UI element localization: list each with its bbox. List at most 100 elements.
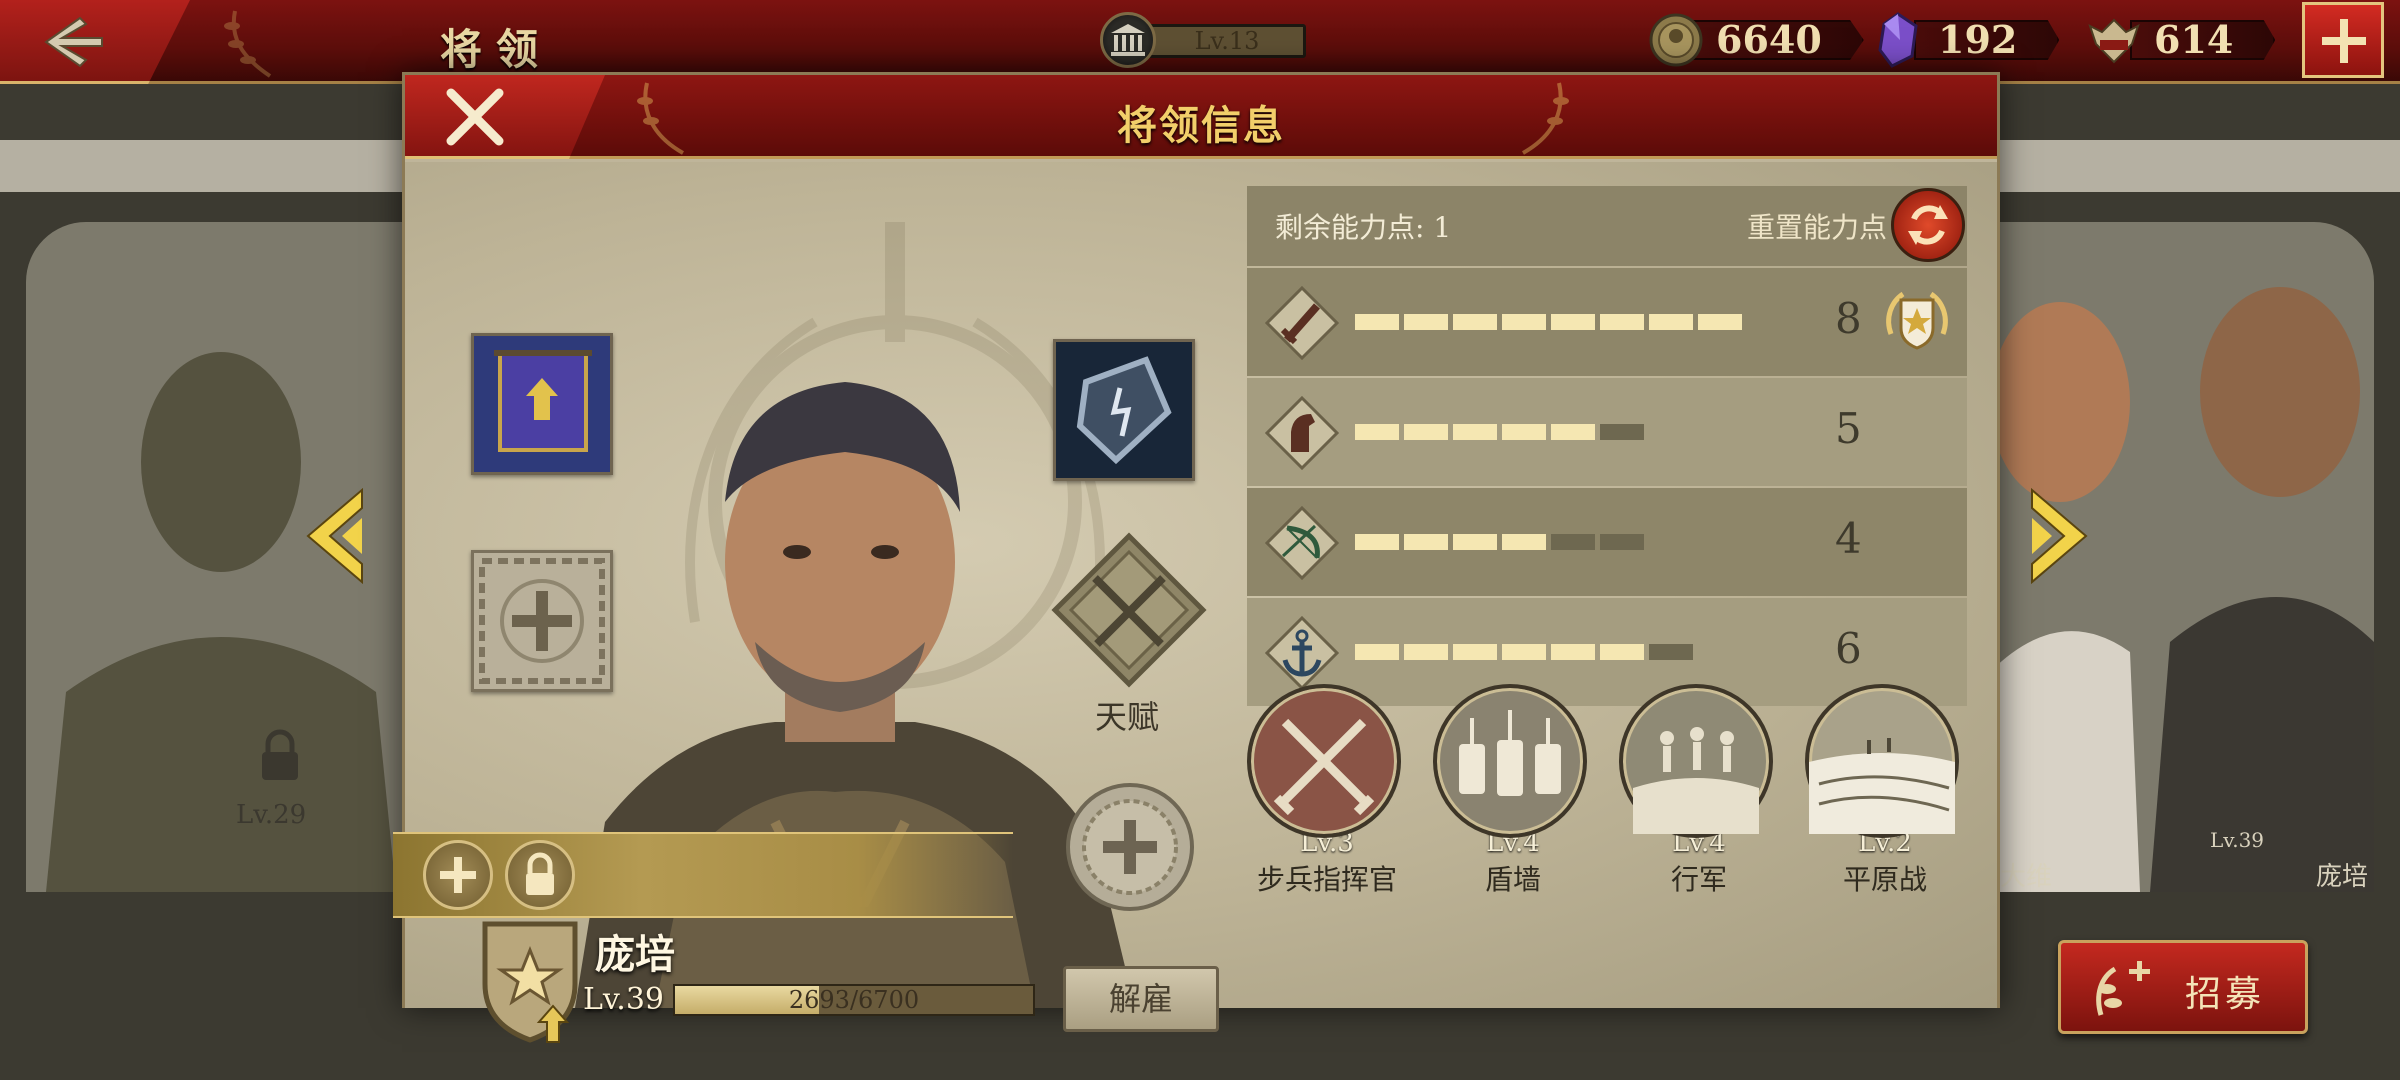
stat-segment <box>1698 314 1742 330</box>
temple-icon <box>1111 24 1145 56</box>
dialog-header: 将领信息 <box>405 75 1997 159</box>
next-card-name-a: 大维 <box>2000 862 2053 892</box>
bow-icon <box>1265 506 1339 580</box>
plains-icon <box>1809 738 1955 834</box>
add-resource-button[interactable] <box>2302 2 2384 78</box>
stat-segment <box>1355 314 1399 330</box>
gem-icon <box>1878 12 1918 68</box>
banner-slot[interactable] <box>471 333 613 475</box>
ability-points-header: 剩余能力点: 1 重置能力点 <box>1247 186 1967 266</box>
stat-segment <box>1404 314 1448 330</box>
stat-segment <box>1551 424 1595 440</box>
laurel-icon <box>224 10 272 78</box>
quick-action-plate <box>393 832 1013 918</box>
lock-icon <box>526 852 554 895</box>
previous-general-arrow-icon[interactable] <box>304 488 364 584</box>
stat-row-archer: 4 <box>1247 488 1967 596</box>
stat-value: 4 <box>1835 514 1862 563</box>
reset-points-button[interactable] <box>1891 188 1965 262</box>
crossed-swords-icon <box>1273 718 1375 816</box>
stat-segment <box>1502 644 1546 660</box>
player-level-text: Lv.13 <box>1194 27 1260 55</box>
dismiss-button[interactable]: 解雇 <box>1063 966 1219 1032</box>
coin-icon <box>1649 13 1703 67</box>
shield-wall-icon <box>1459 710 1561 796</box>
add-item-icon <box>479 558 605 684</box>
lock-icon <box>262 729 298 780</box>
stat-segment <box>1453 424 1497 440</box>
laurel-icon <box>1522 82 1569 155</box>
stat-segment <box>1649 314 1693 330</box>
stat-segment <box>1600 424 1644 440</box>
stat-value: 5 <box>1835 404 1862 453</box>
skill-circle <box>1247 684 1401 838</box>
close-icon <box>446 88 504 146</box>
skill-infantry-commander[interactable]: Lv.3 步兵指挥官 <box>1247 684 1407 898</box>
stat-segment <box>1453 314 1497 330</box>
stat-segment <box>1551 314 1595 330</box>
back-button[interactable] <box>0 0 190 84</box>
laurel-star-badge-icon <box>1886 291 1948 350</box>
player-level-badge[interactable]: Lv.13 <box>1100 12 1306 68</box>
recruit-label: 招募 <box>2185 974 2266 1015</box>
stat-segment <box>1404 644 1448 660</box>
skill-march[interactable]: Lv.4 行军 <box>1619 684 1779 898</box>
stat-segment <box>1600 534 1644 550</box>
skill-circle <box>1433 684 1587 838</box>
add-talent-icon[interactable] <box>1065 782 1195 912</box>
stat-segment <box>1404 424 1448 440</box>
dialog-body: 天赋 庞培 Lv.39 2693/6700 解雇 剩余能力点: 1 重置能力点 … <box>393 162 1997 1043</box>
stat-segment <box>1355 644 1399 660</box>
stat-segment <box>1502 534 1546 550</box>
stat-value: 6 <box>1835 624 1862 673</box>
stat-segment <box>1453 644 1497 660</box>
stat-segment <box>1551 534 1595 550</box>
skills-row: Lv.3 步兵指挥官 Lv.4 盾墙 Lv.4 行军 Lv.2 平原战 <box>1247 684 1967 924</box>
recruit-button[interactable]: 招募 <box>2058 940 2308 1034</box>
back-arrow-icon <box>44 16 103 68</box>
skill-circle <box>1805 684 1959 838</box>
refresh-icon <box>1908 205 1948 245</box>
reset-points-label: 重置能力点 <box>1747 211 1888 244</box>
skill-name: 步兵指挥官 <box>1256 863 1397 896</box>
next-card-level: Lv.39 <box>2210 828 2265 852</box>
general-level: Lv.39 <box>583 982 665 1017</box>
stat-value: 8 <box>1835 294 1862 343</box>
stat-row-infantry: 8 <box>1247 268 1967 376</box>
sword-icon <box>1265 286 1339 360</box>
stat-segment <box>1600 314 1644 330</box>
skill-circle <box>1619 684 1773 838</box>
talent-crossed-swords-icon[interactable] <box>1051 532 1207 688</box>
stat-segment <box>1649 644 1693 660</box>
xp-text: 2693/6700 <box>788 986 920 1014</box>
empty-item-slot[interactable] <box>471 550 613 692</box>
stat-segment <box>1551 644 1595 660</box>
skill-name: 行军 <box>1670 863 1727 896</box>
next-card-name-b: 庞培 <box>2316 862 2369 892</box>
march-icon <box>1633 727 1759 834</box>
skill-name: 盾墙 <box>1484 863 1541 896</box>
gem-value: 192 <box>1914 20 2060 60</box>
stat-segment <box>1355 534 1399 550</box>
armor-slot[interactable] <box>1053 339 1195 481</box>
screen-title: 将领 <box>440 25 553 74</box>
stat-segment <box>1355 424 1399 440</box>
skill-shield-wall[interactable]: Lv.4 盾墙 <box>1433 684 1593 898</box>
horse-icon <box>1265 396 1339 470</box>
talent-label: 天赋 <box>1095 698 1160 736</box>
stat-segment <box>1502 424 1546 440</box>
stat-row-cavalry: 5 <box>1247 378 1967 486</box>
shield-icon <box>1056 342 1192 478</box>
coin-value: 6640 <box>1692 20 1864 60</box>
general-name: 庞培 <box>595 931 675 978</box>
skill-plains-battle[interactable]: Lv.2 平原战 <box>1805 684 1965 898</box>
next-general-arrow-icon[interactable] <box>2030 488 2090 584</box>
add-skill-button[interactable] <box>423 840 493 910</box>
laurel-plus-icon <box>2096 961 2150 1016</box>
laurel-icon <box>637 82 684 155</box>
locked-skill-button[interactable] <box>505 840 575 910</box>
xp-progress-bar: 2693/6700 <box>673 984 1035 1016</box>
plus-icon <box>2322 19 2366 63</box>
stat-segment <box>1453 534 1497 550</box>
plus-icon <box>440 857 476 893</box>
